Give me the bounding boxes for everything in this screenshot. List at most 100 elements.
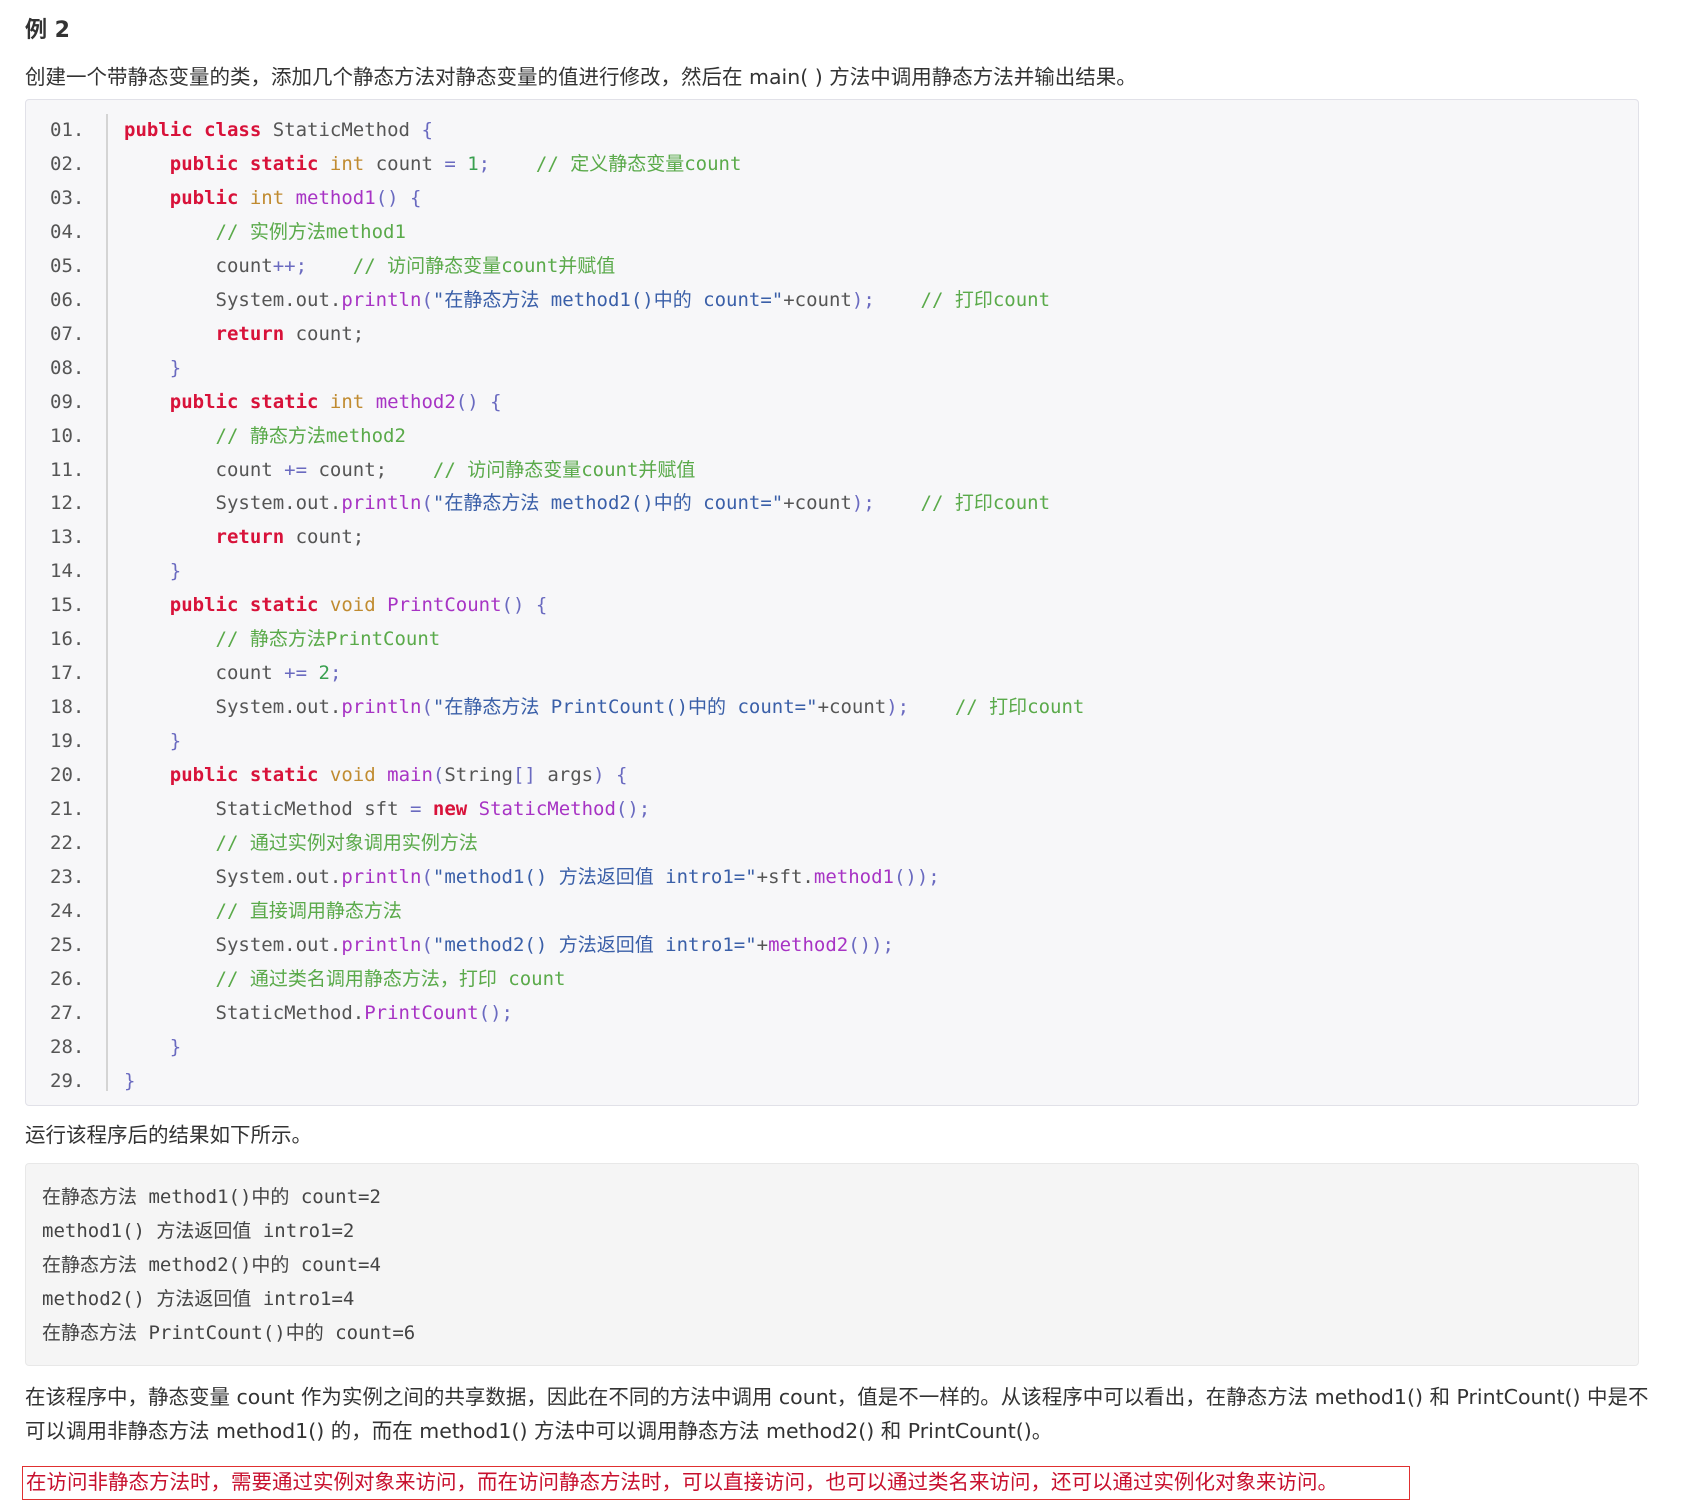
code-text: count++; // 访问静态变量count并赋值 bbox=[106, 250, 616, 283]
code-token: ()); bbox=[893, 865, 940, 888]
code-token: String bbox=[444, 764, 513, 787]
line-number: 28. bbox=[50, 1035, 85, 1058]
code-text: StaticMethod.PrintCount(); bbox=[106, 997, 513, 1030]
code-token: ( bbox=[421, 696, 433, 719]
code-token: StaticMethod bbox=[478, 798, 616, 820]
code-token: public bbox=[169, 186, 250, 209]
code-token: System.out. bbox=[215, 933, 342, 956]
code-text: // 直接调用静态方法 bbox=[106, 895, 402, 928]
code-text: // 静态方法method2 bbox=[106, 420, 406, 453]
code-token: println bbox=[341, 865, 422, 888]
code-text: } bbox=[106, 725, 181, 758]
line-number: 18. bbox=[50, 696, 85, 719]
line-number: 09. bbox=[50, 390, 85, 413]
code-text: } bbox=[106, 352, 181, 385]
line-number: 20. bbox=[50, 764, 85, 787]
line-number: 03. bbox=[50, 186, 85, 209]
code-token: "在静态方法 PrintCount()中的 count=" bbox=[432, 696, 818, 719]
code-token: args bbox=[547, 764, 594, 787]
code-token: // 访问静态变量count并赋值 bbox=[352, 254, 616, 277]
code-token: public static bbox=[169, 152, 330, 175]
code-text: return count; bbox=[106, 318, 365, 351]
line-number: 23. bbox=[50, 865, 85, 888]
code-token: ); bbox=[851, 492, 921, 515]
code-token: println bbox=[341, 492, 422, 515]
code-token: int bbox=[249, 186, 296, 209]
line-number: 25. bbox=[50, 933, 85, 956]
code-token: } bbox=[169, 356, 182, 379]
code-token: System.out. bbox=[215, 492, 342, 515]
code-token: count bbox=[215, 254, 273, 277]
code-token: + bbox=[756, 933, 769, 956]
code-text: public class StaticMethod { bbox=[106, 114, 433, 147]
code-token: } bbox=[169, 730, 182, 753]
code-token: void bbox=[329, 594, 388, 617]
line-number: 16. bbox=[50, 628, 85, 651]
code-token: ( bbox=[421, 933, 433, 956]
output-line: method1() 方法返回值 intro1=2 bbox=[42, 1220, 355, 1242]
code-token: () { bbox=[501, 594, 548, 617]
code-token: ++; bbox=[272, 254, 353, 277]
code-token: = bbox=[409, 798, 433, 820]
code-token: println bbox=[341, 696, 422, 719]
code-token: main bbox=[387, 764, 433, 787]
line-number: 13. bbox=[50, 526, 85, 549]
code-token: "在静态方法 method2()中的 count=" bbox=[432, 492, 784, 515]
line-number: 01. bbox=[50, 119, 85, 141]
code-token: System.out. bbox=[215, 696, 342, 719]
code-token: PrintCount bbox=[387, 594, 502, 617]
code-token: "method1() 方法返回值 intro1=" bbox=[432, 865, 757, 888]
code-token: int bbox=[329, 152, 376, 175]
code-token: public static bbox=[169, 594, 330, 617]
line-number: 05. bbox=[50, 254, 85, 277]
code-token: count bbox=[375, 152, 445, 175]
code-token: PrintCount bbox=[364, 1001, 479, 1024]
code-token: 1 bbox=[467, 152, 479, 175]
code-text: public int method1() { bbox=[106, 182, 422, 215]
code-block: 01. public class StaticMethod { 02. public… bbox=[25, 99, 1639, 1106]
code-token: +count bbox=[783, 288, 852, 311]
article-page: 例 2 创建一个带静态变量的类，添加几个静态方法对静态变量的值进行修改，然后在 … bbox=[0, 0, 1689, 1502]
code-text: StaticMethod sft = new StaticMethod(); bbox=[106, 793, 651, 826]
line-number: 04. bbox=[50, 220, 85, 243]
code-token: method2 bbox=[768, 933, 849, 956]
code-token: += bbox=[284, 458, 319, 481]
code-token: +count bbox=[783, 492, 852, 515]
line-number: 02. bbox=[50, 152, 85, 175]
code-token: ); bbox=[851, 288, 921, 311]
code-token: method1 bbox=[295, 186, 376, 209]
code-text: // 静态方法PrintCount bbox=[106, 623, 441, 656]
code-token: += bbox=[284, 662, 319, 685]
code-token: } bbox=[124, 1069, 136, 1092]
code-token: StaticMethod sft bbox=[215, 798, 410, 820]
code-text: // 通过类名调用静态方法，打印 count bbox=[106, 963, 566, 996]
code-token: // 定义静态变量count bbox=[535, 152, 742, 175]
code-text: count += count; // 访问静态变量count并赋值 bbox=[106, 454, 696, 487]
code-text: System.out.println("method1() 方法返回值 intr… bbox=[106, 861, 940, 894]
code-token: count bbox=[215, 662, 285, 685]
line-number: 27. bbox=[50, 1001, 85, 1024]
code-token: ) { bbox=[593, 764, 628, 787]
code-token: count; bbox=[318, 458, 433, 481]
code-token: (); bbox=[615, 798, 651, 820]
code-text: public static int count = 1; // 定义静态变量co… bbox=[106, 148, 742, 181]
code-token: count bbox=[215, 458, 285, 481]
code-text: System.out.println("在静态方法 method1()中的 co… bbox=[106, 284, 1051, 317]
code-token: return bbox=[215, 526, 296, 549]
code-token: // 静态方法method2 bbox=[215, 424, 406, 447]
code-token: // 通过实例对象调用实例方法 bbox=[215, 831, 478, 854]
code-token: count; bbox=[295, 322, 365, 345]
